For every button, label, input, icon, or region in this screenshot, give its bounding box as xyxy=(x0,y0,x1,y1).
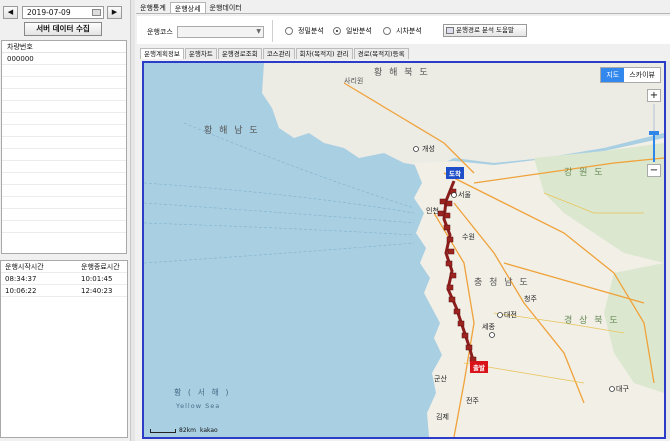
zoom-slider[interactable] xyxy=(647,102,661,164)
map-type-skyview-button[interactable]: 스카이뷰 xyxy=(624,68,660,82)
svg-text:강 원 도: 강 원 도 xyxy=(564,167,605,178)
svg-text:인천: 인천 xyxy=(426,206,439,215)
radio-time-diff[interactable]: 시차분석 xyxy=(383,26,422,36)
course-select[interactable]: ▼ xyxy=(177,26,264,38)
map-type-toggle: 지도 스카이뷰 xyxy=(600,67,661,83)
vehicle-list-header: 차량번호 xyxy=(2,41,126,53)
route-end-marker[interactable]: 도착 xyxy=(446,167,464,179)
prev-date-button[interactable]: ◀ xyxy=(3,6,18,19)
calendar-icon[interactable] xyxy=(92,9,101,16)
trip-start-time: 08:34:37 xyxy=(5,275,37,283)
radio-button[interactable] xyxy=(333,27,341,35)
trip-start-time: 10:06:22 xyxy=(5,287,37,295)
route-analysis-help-button[interactable]: 운행경로 분석 도움말 xyxy=(443,24,527,37)
svg-text:김제: 김제 xyxy=(436,413,449,421)
svg-text:전주: 전주 xyxy=(466,396,479,405)
help-button-label: 운행경로 분석 도움말 xyxy=(456,26,514,34)
tab-route-search[interactable]: 운행경로조회 xyxy=(217,48,262,59)
vertical-scrollbar[interactable] xyxy=(666,61,670,439)
trip-time-row[interactable]: 08:34:37 10:01:45 xyxy=(1,273,127,285)
date-navigation: ◀ 2019-07-09 ▶ xyxy=(3,6,127,20)
end-time-header: 운행종료시간 xyxy=(81,263,120,271)
tab-chart[interactable]: 운행차트 xyxy=(184,48,217,59)
left-panel: ◀ 2019-07-09 ▶ 서버 데이터 수집 차량번호 000000 운행시… xyxy=(0,0,130,441)
svg-text:청주: 청주 xyxy=(524,295,537,303)
vehicle-row[interactable]: 000000 xyxy=(2,53,126,65)
map-scale: 82km kakao xyxy=(150,427,218,434)
chevron-down-icon: ▼ xyxy=(256,28,261,35)
radio-button[interactable] xyxy=(285,27,293,35)
radio-label: 시차분석 xyxy=(396,27,422,35)
svg-text:수원: 수원 xyxy=(462,232,475,241)
trip-time-row[interactable]: 10:06:22 12:40:23 xyxy=(1,285,127,297)
tab-destination-manage[interactable]: 회차(목적지) 관리 xyxy=(295,48,353,59)
vehicle-list: 차량번호 000000 xyxy=(1,40,127,254)
svg-text:황 해 남 도: 황 해 남 도 xyxy=(204,125,260,136)
trip-end-time: 10:01:45 xyxy=(81,275,113,283)
trip-time-list: 운행시작시간 운행종료시간 08:34:37 10:01:45 10:06:22… xyxy=(0,260,128,438)
filter-bar: 운행코스 ▼ 정밀분석 일반분석 시차분석 운행경로 분석 도움말 xyxy=(137,16,670,44)
svg-text:충 청 남 도: 충 청 남 도 xyxy=(474,277,530,288)
svg-text:군산: 군산 xyxy=(434,374,447,383)
start-time-header: 운행시작시간 xyxy=(5,263,44,271)
radio-general[interactable]: 일반분석 xyxy=(333,26,372,36)
date-value: 2019-07-09 xyxy=(27,8,71,17)
kakao-logo: kakao xyxy=(199,427,218,434)
zoom-in-button[interactable]: + xyxy=(647,89,661,102)
svg-text:서울: 서울 xyxy=(458,190,471,199)
route-map[interactable]: 황 해 남 도 황 해 북 도 사리원 개성 강 원 도 서울 인천 수원 대전… xyxy=(142,61,666,439)
tab-plan-info[interactable]: 운행계획정보 xyxy=(140,48,184,59)
route-start-marker[interactable]: 출발 xyxy=(470,361,488,373)
map-type-map-button[interactable]: 지도 xyxy=(601,68,625,82)
sub-tabs: 운행계획정보 운행차트 운행경로조회 코스관리 회차(목적지) 관리 경로(목적… xyxy=(140,48,410,59)
next-date-button[interactable]: ▶ xyxy=(107,6,122,19)
trip-time-header: 운행시작시간 운행종료시간 xyxy=(1,261,127,273)
svg-text:사리원: 사리원 xyxy=(344,76,363,85)
svg-text:Yellow Sea: Yellow Sea xyxy=(175,402,220,410)
course-label: 운행코스 xyxy=(147,28,173,36)
svg-text:대전: 대전 xyxy=(504,310,517,319)
scale-text: 82km xyxy=(179,427,196,434)
radio-precise[interactable]: 정밀분석 xyxy=(285,26,324,36)
zoom-control: + − xyxy=(647,89,661,189)
trip-end-time: 12:40:23 xyxy=(81,287,113,295)
tab-route-register[interactable]: 경로(목적지)등록 xyxy=(353,48,409,59)
svg-text:개성: 개성 xyxy=(422,144,435,153)
svg-text:세종: 세종 xyxy=(482,322,495,331)
help-doc-icon xyxy=(446,27,454,34)
svg-text:황 해 북 도: 황 해 북 도 xyxy=(374,67,430,78)
zoom-out-button[interactable]: − xyxy=(647,164,661,177)
scale-line xyxy=(150,428,176,433)
svg-text:황 ( 서 해 ): 황 ( 서 해 ) xyxy=(174,387,231,397)
panel-splitter[interactable] xyxy=(130,0,135,441)
radio-label: 일반분석 xyxy=(346,27,372,35)
tab-course-manage[interactable]: 코스관리 xyxy=(262,48,295,59)
svg-text:경 상 북 도: 경 상 북 도 xyxy=(564,314,620,326)
svg-text:대구: 대구 xyxy=(616,385,629,393)
date-picker[interactable]: 2019-07-09 xyxy=(22,6,104,19)
map-canvas: 황 해 남 도 황 해 북 도 사리원 개성 강 원 도 서울 인천 수원 대전… xyxy=(144,63,664,437)
collect-server-data-button[interactable]: 서버 데이터 수집 xyxy=(24,22,102,36)
radio-label: 정밀분석 xyxy=(298,27,324,35)
zoom-handle[interactable] xyxy=(649,131,659,135)
app-window: ◀ 2019-07-09 ▶ 서버 데이터 수집 차량번호 000000 운행시… xyxy=(0,0,670,441)
radio-button[interactable] xyxy=(383,27,391,35)
